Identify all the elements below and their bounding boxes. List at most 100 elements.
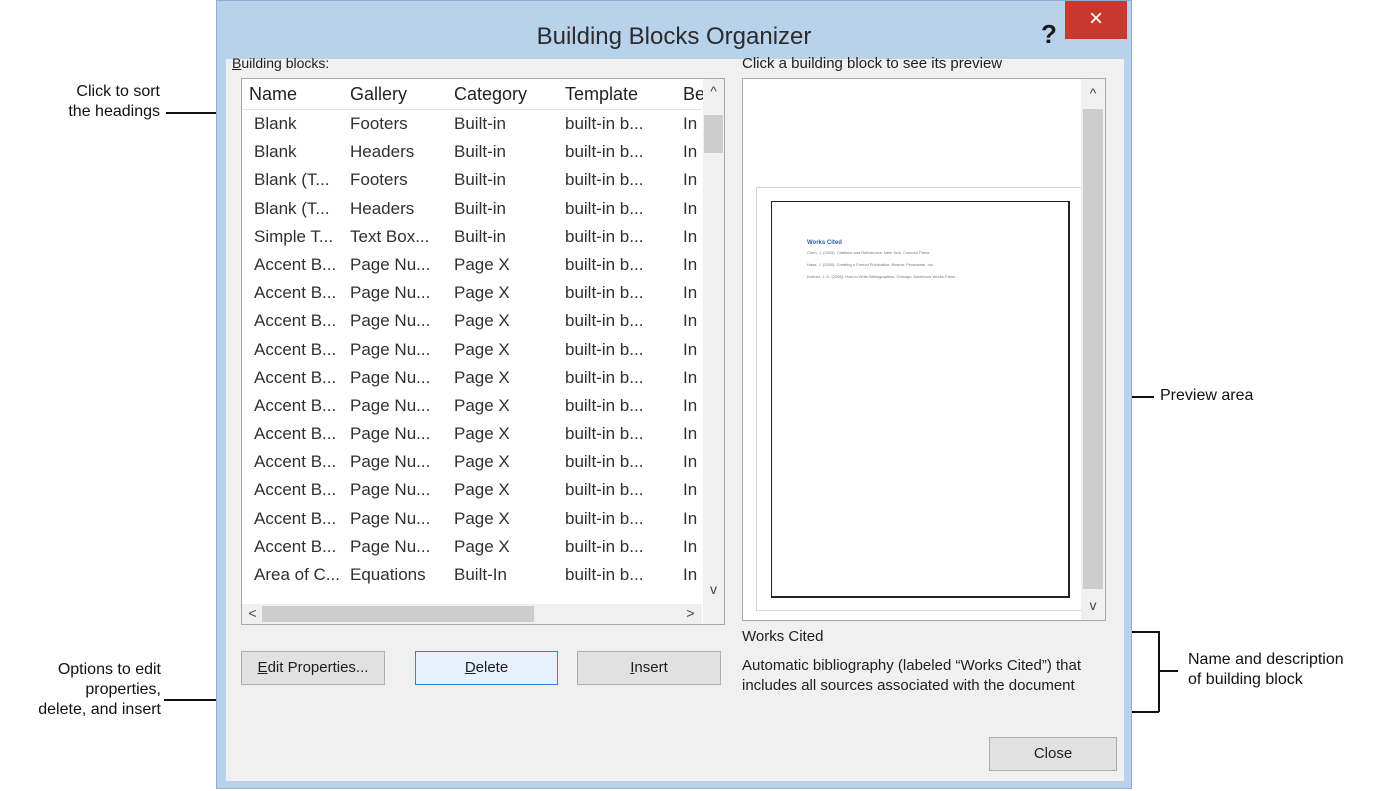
- edit-properties-label: dit Properties...: [267, 659, 369, 676]
- scrollbar-corner: [703, 604, 724, 624]
- callout-options-line2: properties,: [85, 681, 161, 698]
- preview-frame: Works Cited Chen, J. (2003). Citations a…: [756, 187, 1086, 611]
- cell-template: built-in b...: [565, 170, 644, 190]
- cell-template: built-in b...: [565, 367, 644, 387]
- cell-name: Accent B...: [254, 339, 337, 359]
- list-row[interactable]: Blank Headers Built-in built-in b... In: [242, 138, 702, 166]
- list-row[interactable]: Accent B... Page Nu... Page X built-in b...…: [242, 533, 702, 561]
- list-row[interactable]: Accent B... Page Nu... Page X built-in b...…: [242, 336, 702, 364]
- cell-category: Page X: [454, 254, 510, 274]
- list-horizontal-scrollbar[interactable]: < >: [242, 604, 702, 624]
- list-row[interactable]: Accent B... Page Nu... Page X built-in b...…: [242, 307, 702, 335]
- cell-category: Built-in: [454, 114, 506, 133]
- preview-vertical-scrollbar[interactable]: ^ v: [1081, 79, 1105, 620]
- cell-behavior: In: [683, 480, 698, 500]
- callout-sort-headings: Click to sort the headings: [20, 82, 160, 122]
- list-row[interactable]: Area of C... Equations Built-In built-in b.…: [242, 561, 702, 589]
- cell-template: built-in b...: [565, 480, 644, 500]
- callout-sort-arrow-line: [166, 112, 222, 114]
- column-header-template[interactable]: Template: [565, 84, 638, 105]
- building-block-name: Works Cited: [742, 628, 824, 645]
- cell-gallery: Page Nu...: [350, 424, 431, 444]
- cell-name: Accent B...: [254, 311, 337, 331]
- preview-label: Click a building block to see its previe…: [742, 55, 1003, 72]
- column-header-name[interactable]: Name: [249, 84, 297, 105]
- cell-template: built-in b...: [565, 565, 644, 584]
- cell-template: built-in b...: [565, 452, 644, 472]
- cell-name: Accent B...: [254, 367, 337, 387]
- preview-scroll-thumb[interactable]: [1083, 109, 1103, 589]
- cell-template: built-in b...: [565, 226, 644, 246]
- list-row[interactable]: Accent B... Page Nu... Page X built-in b...…: [242, 420, 702, 448]
- list-row[interactable]: Accent B... Page Nu... Page X built-in b...…: [242, 476, 702, 504]
- list-horizontal-scroll-thumb[interactable]: [262, 606, 534, 622]
- cell-behavior: In: [683, 452, 698, 472]
- cell-category: Page X: [454, 480, 510, 500]
- preview-pane: Works Cited Chen, J. (2003). Citations a…: [742, 78, 1106, 621]
- cell-category: Built-In: [454, 565, 507, 584]
- scroll-left-icon[interactable]: <: [242, 605, 263, 621]
- cell-gallery: Page Nu...: [350, 283, 431, 303]
- scroll-up-icon[interactable]: ^: [703, 83, 724, 99]
- close-window-button[interactable]: ×: [1065, 1, 1127, 39]
- column-header-gallery[interactable]: Gallery: [350, 84, 407, 105]
- list-vertical-scrollbar[interactable]: ^ v: [703, 79, 724, 604]
- cell-category: Page X: [454, 536, 510, 556]
- list-row[interactable]: Accent B... Page Nu... Page X built-in b...…: [242, 364, 702, 392]
- cell-template: built-in b...: [565, 114, 644, 133]
- cell-behavior: In: [683, 170, 698, 190]
- column-header-behavior[interactable]: Be: [683, 84, 703, 105]
- callout-options-line3: delete, and insert: [38, 701, 161, 718]
- column-header-category[interactable]: Category: [454, 84, 527, 105]
- cell-template: built-in b...: [565, 395, 644, 415]
- cell-name: Accent B...: [254, 424, 337, 444]
- callout-options: Options to edit properties, delete, and …: [0, 660, 161, 720]
- list-row[interactable]: Blank (T... Headers Built-in built-in b... I…: [242, 195, 702, 223]
- list-row[interactable]: Simple T... Text Box... Built-in built-in b…: [242, 223, 702, 251]
- cell-name: Blank (T...: [254, 198, 330, 218]
- cell-category: Page X: [454, 367, 510, 387]
- preview-page: Works Cited Chen, J. (2003). Citations a…: [771, 201, 1070, 598]
- building-blocks-label: Building blocks:: [232, 55, 329, 71]
- cell-behavior: In: [683, 226, 698, 246]
- callout-name-line2: of building block: [1188, 671, 1303, 688]
- dialog-title: Building Blocks Organizer: [536, 23, 812, 50]
- cell-name: Blank: [254, 142, 297, 162]
- list-row[interactable]: Accent B... Page Nu... Page X built-in b...…: [242, 279, 702, 307]
- edit-properties-button[interactable]: Edit Properties...: [241, 651, 385, 685]
- title-bar: Building Blocks Organizer ? ×: [217, 1, 1131, 59]
- building-blocks-organizer-dialog: Building Blocks Organizer ? × Building b…: [216, 0, 1132, 789]
- cell-gallery: Headers: [350, 142, 415, 162]
- callout-options-arrow-line: [164, 699, 224, 701]
- scroll-down-icon[interactable]: v: [703, 581, 724, 597]
- delete-accel: D: [464, 659, 476, 676]
- cell-gallery: Page Nu...: [350, 254, 431, 274]
- delete-button[interactable]: Delete: [415, 651, 558, 685]
- preview-scroll-up-icon[interactable]: ^: [1081, 85, 1105, 101]
- cell-template: built-in b...: [565, 142, 644, 162]
- callout-name-line1: Name and description: [1188, 651, 1344, 668]
- preview-doc-line: Chen, J. (2003). Citations and Reference…: [807, 250, 931, 255]
- list-row[interactable]: Accent B... Page Nu... Page X built-in b...…: [242, 251, 702, 279]
- cell-name: Accent B...: [254, 480, 337, 500]
- callout-options-line1: Options to edit: [57, 661, 161, 678]
- cell-gallery: Page Nu...: [350, 536, 431, 556]
- list-vertical-scroll-thumb[interactable]: [704, 115, 723, 153]
- list-row[interactable]: Blank (T... Footers Built-in built-in b... I…: [242, 166, 702, 194]
- list-row[interactable]: Accent B... Page Nu... Page X built-in b...…: [242, 448, 702, 476]
- cell-gallery: Page Nu...: [350, 395, 431, 415]
- insert-button[interactable]: Insert: [577, 651, 721, 685]
- cell-gallery: Page Nu...: [350, 339, 431, 359]
- scroll-right-icon[interactable]: >: [680, 605, 701, 621]
- preview-scroll-down-icon[interactable]: v: [1081, 597, 1105, 613]
- help-icon[interactable]: ?: [1041, 19, 1057, 50]
- cell-gallery: Footers: [350, 170, 408, 190]
- list-row[interactable]: Blank Footers Built-in built-in b... In: [242, 110, 702, 138]
- cell-gallery: Page Nu...: [350, 367, 431, 387]
- cell-name: Accent B...: [254, 508, 337, 528]
- cell-behavior: In: [683, 424, 698, 444]
- list-row[interactable]: Accent B... Page Nu... Page X built-in b...…: [242, 505, 702, 533]
- close-button[interactable]: Close: [989, 737, 1117, 771]
- list-row[interactable]: Accent B... Page Nu... Page X built-in b...…: [242, 392, 702, 420]
- building-blocks-list[interactable]: Name Gallery Category Template Be Blank F…: [241, 78, 725, 625]
